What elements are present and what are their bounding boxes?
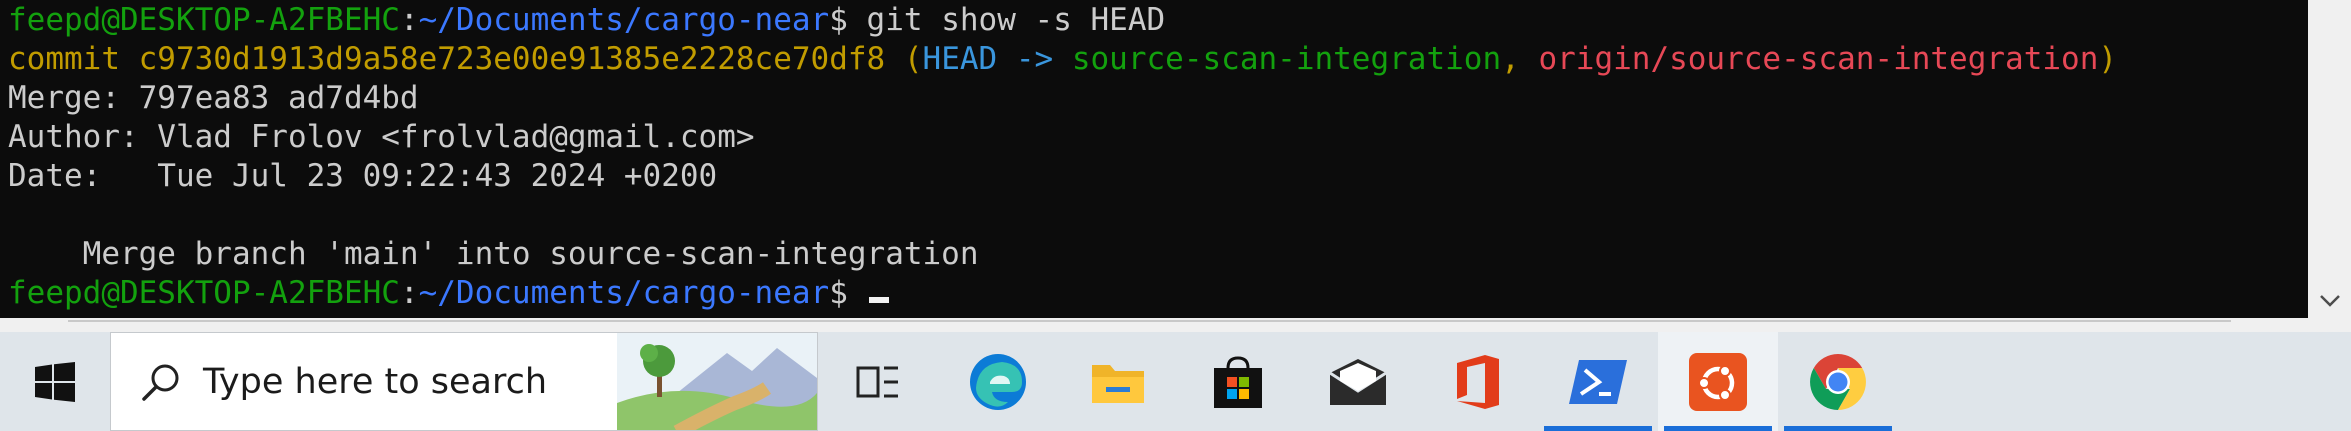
terminal-cursor — [868, 297, 889, 303]
prompt-path: ~/Documents/cargo-near — [418, 2, 830, 38]
commit-remote-branch: origin/source-scan-integration — [1519, 41, 2099, 77]
merge-line: Merge: 797ea83 ad7d4bd — [8, 80, 419, 116]
prompt-dollar: $ — [829, 2, 848, 38]
prompt-path: ~/Documents/cargo-near — [418, 275, 830, 311]
microsoft-store-icon — [1214, 355, 1262, 408]
commit-hash: commit c9730d1913d9a58e723e00e91385e2228… — [8, 41, 886, 77]
scroll-down-button[interactable] — [2308, 286, 2351, 316]
terminal-window[interactable]: feepd@DESKTOP-A2FBEHC:~/Documents/cargo-… — [0, 0, 2308, 318]
taskbar-mail[interactable] — [1298, 332, 1418, 431]
prompt-separator: : — [399, 275, 419, 311]
ubuntu-icon — [1689, 352, 1747, 411]
commit-line: commit c9730d1913d9a58e723e00e91385e2228… — [8, 40, 2117, 79]
prompt-line-1: feepd@DESKTOP-A2FBEHC:~/Documents/cargo-… — [8, 1, 1165, 40]
commit-message-line: Merge branch 'main' into source-scan-int… — [8, 236, 979, 272]
taskbar-ubuntu[interactable] — [1658, 332, 1778, 431]
taskbar-edge[interactable] — [938, 332, 1058, 431]
taskbar-file-explorer[interactable] — [1058, 332, 1178, 431]
taskbar-microsoft-store[interactable] — [1178, 332, 1298, 431]
commit-head-ref: HEAD -> — [922, 41, 1054, 77]
chrome-icon — [1810, 353, 1866, 410]
office-icon — [1457, 354, 1499, 409]
taskbar: Type here to search — [0, 332, 2351, 431]
commit-comma: , — [1501, 41, 1520, 77]
commit-local-branch: source-scan-integration — [1053, 41, 1502, 77]
taskbar-office[interactable] — [1418, 332, 1538, 431]
windows-start-icon — [35, 361, 75, 402]
command-text: git show -s HEAD — [847, 2, 1166, 38]
prompt-separator: : — [399, 2, 419, 38]
running-indicator — [1784, 426, 1892, 431]
task-view-button[interactable] — [818, 332, 938, 431]
commit-close-paren: ) — [2098, 41, 2118, 77]
running-indicator — [1544, 426, 1652, 431]
search-icon — [142, 364, 179, 401]
author-line: Author: Vlad Frolov <frolvlad@gmail.com> — [8, 119, 755, 155]
window-bottom-edge — [0, 318, 2351, 332]
running-indicator — [1664, 426, 1772, 431]
prompt-user-host: feepd@DESKTOP-A2FBEHC — [8, 2, 400, 38]
search-highlight-illustration — [617, 333, 817, 430]
prompt-dollar: $ — [829, 275, 848, 311]
edge-icon — [970, 353, 1026, 410]
search-placeholder: Type here to search — [203, 361, 548, 402]
powershell-icon — [1569, 359, 1627, 404]
terminal-scrollbar[interactable] — [2308, 0, 2351, 318]
prompt-user-host: feepd@DESKTOP-A2FBEHC — [8, 275, 400, 311]
taskbar-powershell[interactable] — [1538, 332, 1658, 431]
taskbar-search-box[interactable]: Type here to search — [110, 332, 818, 431]
mail-icon — [1329, 358, 1387, 405]
start-button[interactable] — [0, 332, 110, 431]
file-explorer-icon — [1092, 364, 1144, 403]
prompt-line-2: feepd@DESKTOP-A2FBEHC:~/Documents/cargo-… — [8, 274, 889, 313]
commit-open-paren: ( — [885, 41, 923, 77]
task-view-icon — [856, 366, 898, 397]
taskbar-chrome[interactable] — [1778, 332, 1898, 431]
date-line: Date: Tue Jul 23 09:22:43 2024 +0200 — [8, 158, 718, 194]
chevron-down-icon — [2319, 295, 2340, 307]
